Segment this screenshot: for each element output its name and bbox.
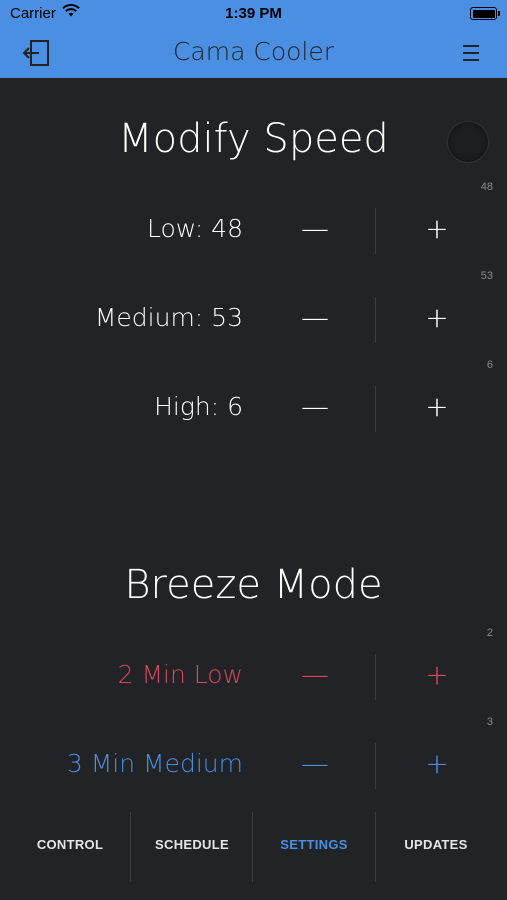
low-increment-button[interactable]: +: [407, 209, 467, 249]
high-increment-button[interactable]: +: [407, 387, 467, 427]
breeze-low-label: 2 Min Low: [117, 660, 243, 689]
tab-bar: CONTROL SCHEDULE SETTINGS UPDATES: [0, 812, 507, 900]
breeze-low-increment-button[interactable]: +: [407, 655, 467, 695]
breeze-low-decrement-button[interactable]: —: [285, 655, 345, 695]
row-divider: [375, 297, 376, 343]
low-speed-label: Low: 48: [146, 214, 243, 243]
medium-increment-button[interactable]: +: [407, 298, 467, 338]
breeze-medium-increment-button[interactable]: +: [407, 744, 467, 784]
modify-speed-title: Modify Speed: [118, 116, 389, 162]
breeze-medium-decrement-button[interactable]: —: [285, 744, 345, 784]
breeze-low-value: 2: [486, 627, 493, 639]
medium-speed-label: Medium: 53: [94, 303, 243, 332]
row-divider: [375, 654, 376, 700]
menu-icon[interactable]: [461, 43, 481, 63]
tab-updates[interactable]: UPDATES: [373, 812, 499, 882]
tab-control[interactable]: CONTROL: [7, 812, 133, 882]
speed-knob[interactable]: [447, 121, 489, 163]
battery-icon: [470, 7, 500, 20]
high-decrement-button[interactable]: —: [285, 387, 345, 427]
breeze-medium-label: 3 Min Medium: [66, 749, 243, 778]
tab-settings[interactable]: SETTINGS: [251, 812, 377, 882]
low-decrement-button[interactable]: —: [285, 209, 345, 249]
tab-schedule[interactable]: SCHEDULE: [129, 812, 255, 882]
breeze-mode-title: Breeze Mode: [124, 562, 383, 608]
row-divider: [375, 743, 376, 789]
breeze-medium-value: 3: [486, 716, 493, 728]
status-bar: Carrier 1:39 PM: [0, 0, 507, 28]
medium-decrement-button[interactable]: —: [285, 298, 345, 338]
row-divider: [375, 386, 376, 432]
header: Cama Cooler: [0, 28, 507, 78]
high-speed-label: High: 6: [154, 392, 243, 421]
row-divider: [375, 208, 376, 254]
high-speed-value: 6: [486, 359, 493, 371]
status-time: 1:39 PM: [225, 5, 282, 22]
page-title: Cama Cooler: [172, 37, 335, 66]
low-speed-value: 48: [480, 181, 493, 193]
medium-speed-value: 53: [480, 270, 493, 282]
